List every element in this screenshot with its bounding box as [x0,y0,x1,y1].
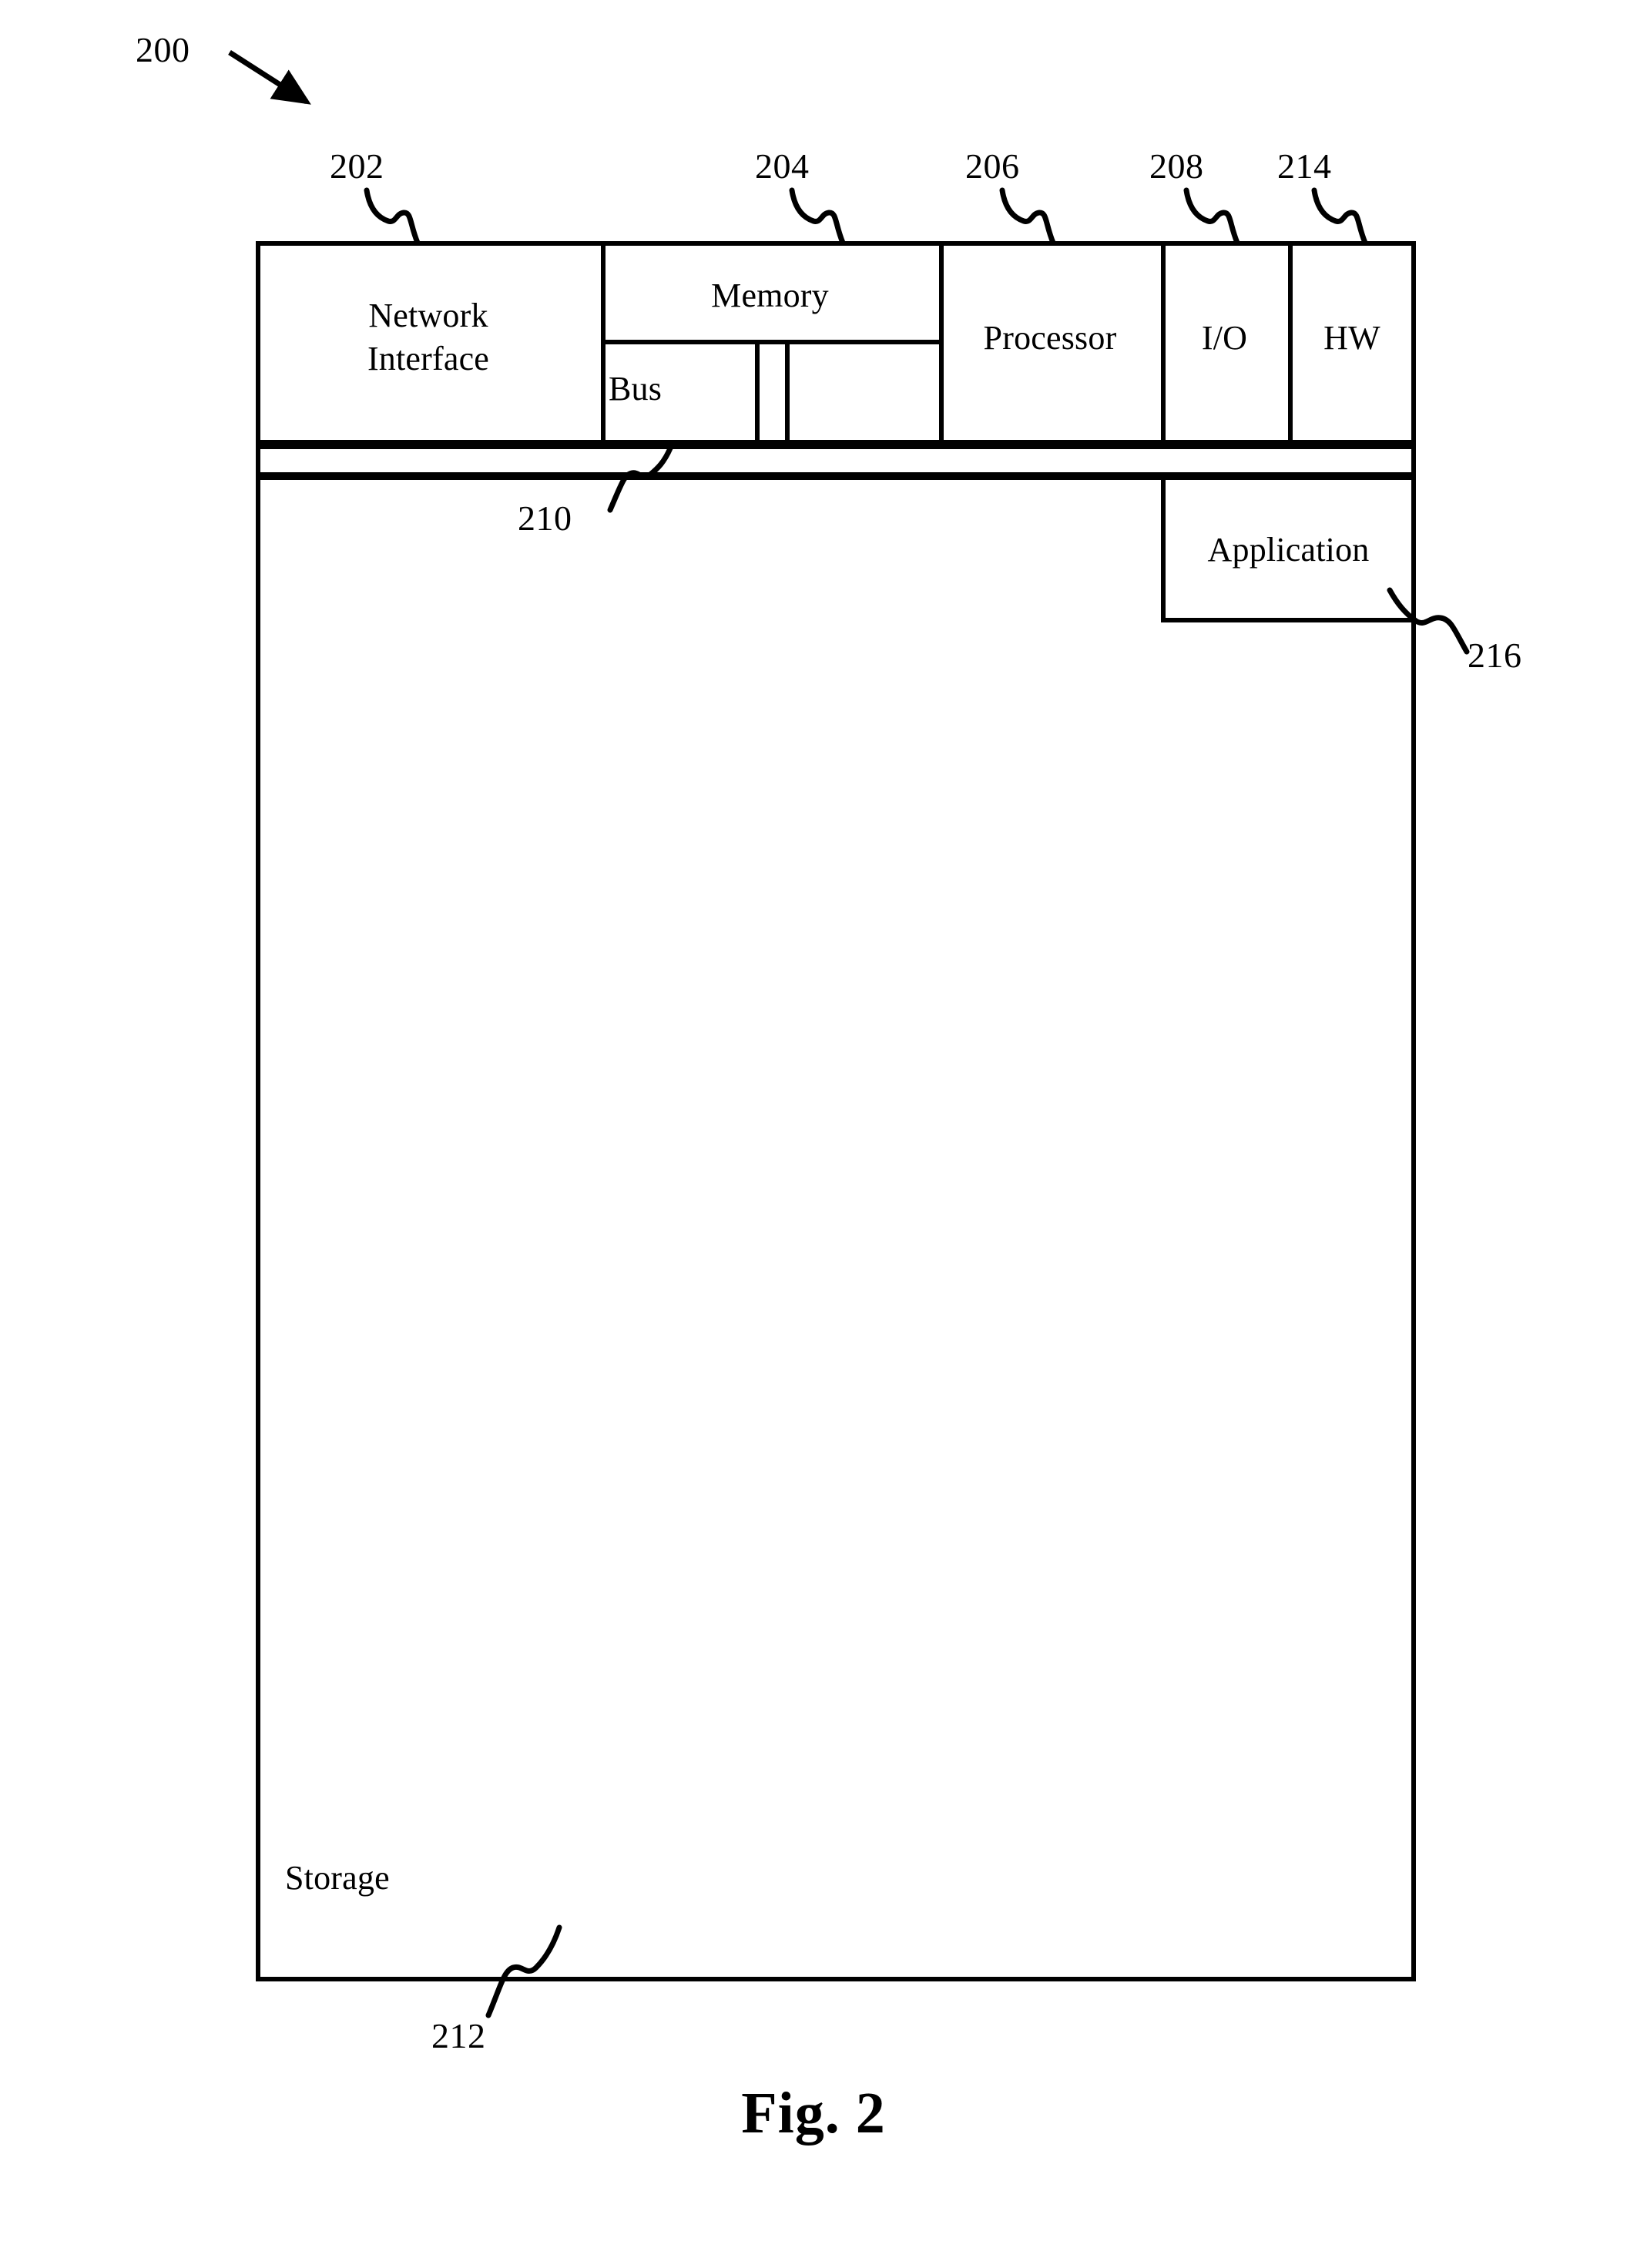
ref-number-202: 202 [330,146,384,186]
ref-number-200: 200 [136,30,190,69]
block-label-network-interface: Network Interface [367,297,490,378]
divider-memory-bus [601,340,944,344]
block-label-hw: HW [1323,319,1380,357]
leader-squiggle-202 [364,187,421,246]
divider-bus-cell-b [785,340,790,445]
leader-arrow-200 [228,50,311,105]
block-label-bus: Bus [609,370,663,408]
patent-figure-2: 200 Network Interface Memory Bus Process… [0,0,1627,2268]
block-label-io: I/O [1201,319,1248,357]
block-label-storage: Storage [285,1859,390,1897]
ref-number-208: 208 [1149,146,1204,186]
interconnect-bar [256,445,1416,477]
ref-number-214: 214 [1277,146,1332,186]
ref-number-206: 206 [965,146,1020,186]
leader-squiggle-208 [1183,187,1240,246]
leader-squiggle-204 [789,187,846,246]
block-label-application: Application [1207,531,1370,569]
divider-bus-cell-a [755,340,760,445]
leader-squiggle-214 [1311,187,1368,246]
block-label-processor: Processor [983,319,1117,357]
leader-squiggle-212 [485,1924,562,2018]
ref-number-204: 204 [755,146,810,186]
leader-squiggle-206 [999,187,1056,246]
leader-squiggle-216 [1387,587,1470,655]
block-label-memory: Memory [711,277,829,314]
figure-caption: Fig. 2 [741,2081,886,2146]
storage-box [256,475,1416,1981]
